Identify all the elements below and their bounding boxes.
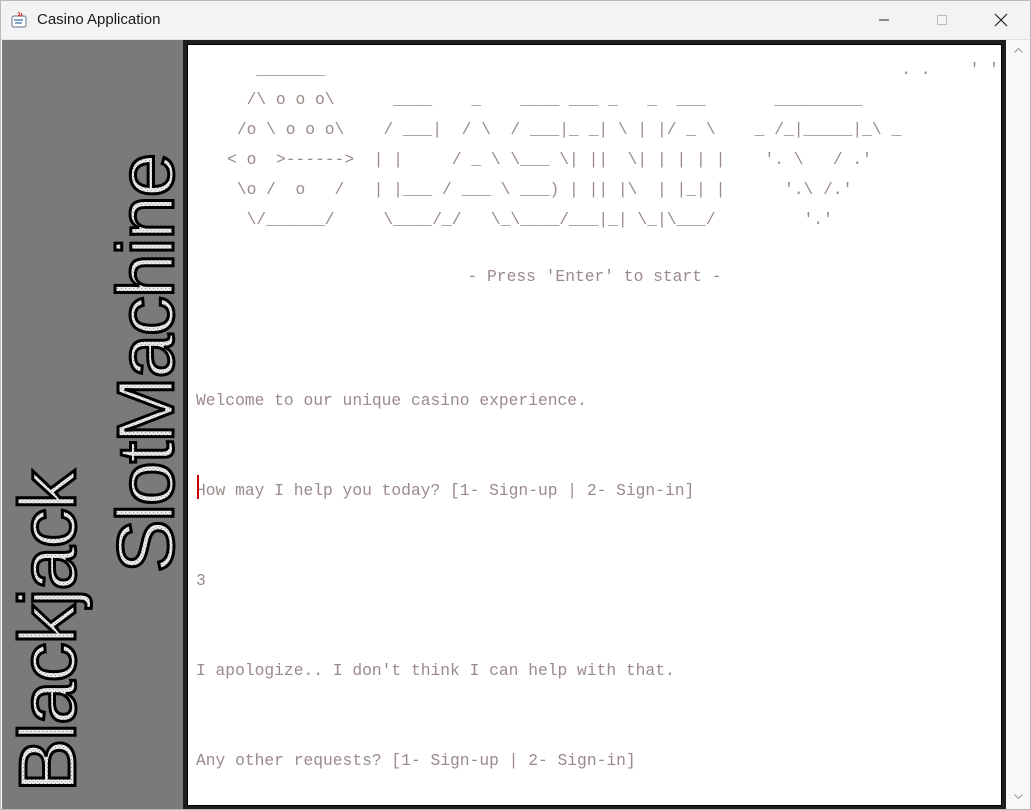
console-line: How may I help you today? [1- Sign-up | … [196, 481, 695, 500]
console-line: I apologize.. I don't think I can help w… [196, 661, 675, 680]
close-button[interactable] [972, 1, 1030, 39]
scroll-down-icon[interactable] [1014, 792, 1023, 801]
console-text-area[interactable]: _______ . . ' ' , , /\ o o o\ ____ _ ___… [187, 44, 1028, 806]
close-icon [994, 13, 1008, 27]
console-line: Any other requests? [1- Sign-up | 2- Sig… [196, 751, 636, 770]
minimize-icon [879, 19, 889, 21]
casino-ascii-banner: _______ . . ' ' , , /\ o o o\ ____ _ ___… [227, 60, 1028, 229]
title-bar[interactable]: Casino Application [1, 1, 1030, 40]
app-window: Casino Application SlotMachine Blackjack [0, 0, 1031, 810]
console-output: Welcome to our unique casino experience.… [196, 326, 695, 809]
scroll-up-icon[interactable] [1014, 46, 1023, 55]
game-sidebar: SlotMachine Blackjack [2, 40, 184, 809]
maximize-icon [937, 15, 947, 25]
blackjack-button[interactable]: Blackjack [2, 468, 94, 794]
console-line: Welcome to our unique casino experience. [196, 391, 587, 410]
start-prompt: - Press 'Enter' to start - [467, 267, 722, 286]
text-caret [197, 475, 199, 499]
maximize-button[interactable] [913, 1, 971, 39]
minimize-button[interactable] [855, 1, 913, 39]
console-line: 3 [196, 571, 206, 590]
window-title: Casino Application [37, 11, 161, 28]
console-area: _______ . . ' ' , , /\ o o o\ ____ _ ___… [183, 40, 1028, 809]
slot-machine-button[interactable]: SlotMachine [100, 153, 184, 574]
java-app-icon [11, 11, 29, 29]
vertical-scrollbar[interactable] [1006, 40, 1030, 809]
